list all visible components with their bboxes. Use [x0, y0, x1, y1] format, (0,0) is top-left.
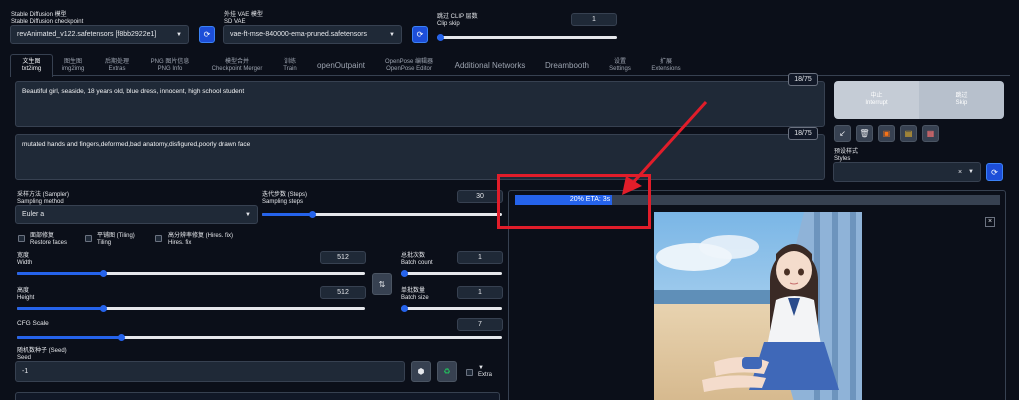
batch-size-input[interactable]: 1: [457, 286, 503, 299]
generated-girl-image: [654, 212, 862, 400]
sampler-select[interactable]: Euler a ▼: [15, 205, 258, 224]
refresh-styles-button[interactable]: ⟳: [986, 163, 1003, 181]
chevron-down-icon: ▼: [968, 169, 974, 175]
cfg-slider[interactable]: [17, 334, 502, 341]
cfg-input[interactable]: 7: [457, 318, 503, 331]
sampler-label: 采样方法 (Sampler) Sampling method: [17, 192, 70, 205]
seed-input[interactable]: -1: [15, 361, 405, 382]
steps-slider[interactable]: [262, 211, 502, 218]
hires-fix-checkbox[interactable]: [155, 235, 162, 242]
reuse-seed-button[interactable]: ♻: [437, 361, 457, 382]
refresh-icon: ⟳: [991, 167, 998, 177]
cfg-label: CFG Scale: [17, 320, 49, 327]
batch-size-label: 单批数量 Batch size: [401, 288, 429, 301]
width-label: 宽度 Width: [17, 253, 33, 266]
width-input[interactable]: 512: [320, 251, 366, 264]
width-slider[interactable]: [17, 270, 365, 277]
refresh-icon: ⟳: [416, 30, 424, 39]
tab-img2img[interactable]: 图生图 img2img: [55, 59, 91, 73]
restore-faces-checkbox[interactable]: [18, 235, 25, 242]
height-slider[interactable]: [17, 305, 365, 312]
recycle-icon: ♻: [443, 367, 451, 376]
swap-dimensions-button[interactable]: ⇅: [372, 273, 392, 295]
clip-skip-label: 跳过 CLIP 层数 Clip skip: [437, 14, 478, 27]
vae-value: vae-ft-mse-840000-ema-pruned.safetensors: [230, 31, 367, 38]
preview-image[interactable]: [654, 212, 862, 400]
batch-count-input[interactable]: 1: [457, 251, 503, 264]
height-input[interactable]: 512: [320, 286, 366, 299]
apply-style-button[interactable]: ▤: [900, 125, 917, 142]
extra-seed-checkbox[interactable]: [466, 369, 473, 376]
annotation-arrow: [622, 100, 708, 195]
clear-icon[interactable]: ×: [958, 169, 962, 176]
refresh-vae-button[interactable]: ⟳: [412, 26, 428, 43]
vae-label: 外挂 VAE 模型 SD VAE: [224, 12, 263, 25]
extra-networks-button[interactable]: ▣: [878, 125, 895, 142]
skip-button[interactable]: 跳过 Skip: [919, 81, 1004, 119]
arrow-icon: ↙: [839, 129, 846, 138]
triangle-down-icon: ▼: [478, 365, 484, 371]
refresh-icon: ⟳: [203, 30, 211, 39]
tiling-checkbox[interactable]: [85, 235, 92, 242]
chevron-down-icon: ▼: [245, 211, 251, 218]
dice-icon: ⬢: [417, 367, 425, 376]
seed-label: 随机数种子 (Seed) Seed: [17, 348, 67, 361]
restore-faces-label: 面部修复 Restore faces: [30, 233, 68, 246]
tab-train[interactable]: 训练 Train: [276, 59, 304, 73]
clear-prompt-button[interactable]: 🗑: [856, 125, 873, 142]
save-style-button[interactable]: ▦: [922, 125, 939, 142]
positive-token-count: 18/75: [788, 73, 818, 86]
tab-png-info[interactable]: PNG 图片信息 PNG Info: [142, 59, 198, 73]
trash-icon: 🗑: [859, 129, 870, 138]
steps-label: 迭代步数 (Steps) Sampling steps: [262, 192, 308, 205]
hires-fix-label: 高分辨率修复 (Hires. fix) Hires. fix: [168, 233, 233, 246]
tab-additional-networks[interactable]: Additional Networks: [448, 61, 532, 71]
tab-dreambooth[interactable]: Dreambooth: [540, 61, 594, 71]
styles-label: 预设样式 Styles: [834, 149, 859, 162]
refresh-checkpoint-button[interactable]: ⟳: [199, 26, 215, 43]
tab-checkpoint-merger[interactable]: 模型合并 Checkpoint Merger: [204, 59, 270, 73]
script-panel: [15, 392, 500, 400]
tab-openpose-editor[interactable]: OpenPose 编辑器 OpenPose Editor: [378, 59, 440, 73]
tab-extensions[interactable]: 扩展 Extensions: [646, 59, 686, 73]
clipboard-icon: ▤: [904, 129, 913, 138]
vae-select[interactable]: vae-ft-mse-840000-ema-pruned.safetensors…: [223, 25, 402, 44]
styles-select[interactable]: × ▼: [833, 162, 981, 182]
checkpoint-value: revAnimated_v122.safetensors [f8bb2922e1…: [17, 31, 157, 38]
checkpoint-label: Stable Diffusion 模型 Stable Diffusion che…: [11, 12, 84, 25]
tab-openoutpaint[interactable]: openOutpaint: [312, 61, 370, 71]
chevron-down-icon: ▼: [389, 31, 395, 38]
height-label: 高度 Height: [17, 288, 35, 301]
random-seed-button[interactable]: ⬢: [411, 361, 431, 382]
paste-params-button[interactable]: ↙: [834, 125, 851, 142]
clip-skip-input[interactable]: 1: [571, 13, 617, 26]
tab-txt2img-label[interactable]: 文生图 txt2img: [10, 59, 53, 73]
interrupt-button[interactable]: 中止 Interrupt: [834, 81, 919, 119]
extra-toggle[interactable]: ▼ Extra: [478, 365, 492, 379]
batch-count-slider[interactable]: [401, 270, 502, 277]
tab-extras[interactable]: 后期处理 Extras: [96, 59, 138, 73]
clip-skip-slider[interactable]: [437, 34, 617, 41]
chevron-down-icon: ▼: [176, 31, 182, 38]
batch-size-slider[interactable]: [401, 305, 502, 312]
checkpoint-select[interactable]: revAnimated_v122.safetensors [f8bb2922e1…: [10, 25, 189, 44]
batch-count-label: 总批次数 Batch count: [401, 253, 433, 266]
image-icon: ▣: [882, 129, 891, 138]
tiling-label: 平铺图 (Tiling) Tiling: [97, 233, 135, 246]
tab-settings[interactable]: 设置 Settings: [602, 59, 638, 73]
negative-token-count: 18/75: [788, 127, 818, 140]
close-preview-button[interactable]: ×: [985, 217, 995, 227]
swap-icon: ⇅: [378, 279, 386, 289]
save-icon: ▦: [926, 129, 935, 138]
